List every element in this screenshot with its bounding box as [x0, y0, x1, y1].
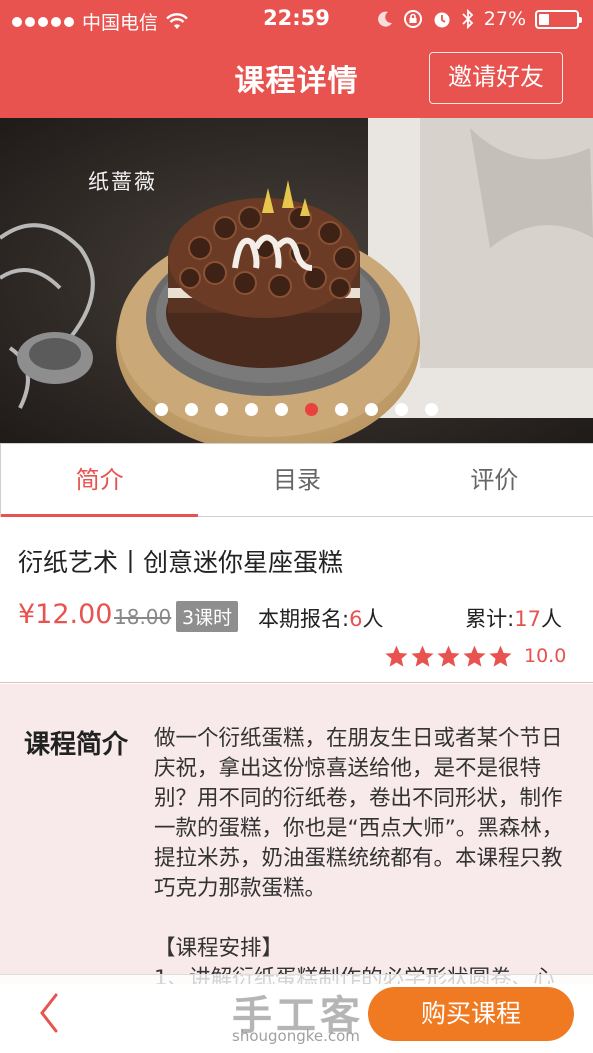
- pager-dot[interactable]: [275, 403, 288, 416]
- star-icon: [463, 645, 486, 667]
- buy-course-button[interactable]: 购买课程: [368, 987, 574, 1041]
- tab-intro[interactable]: 简介: [0, 444, 199, 517]
- total-unit: 人: [541, 607, 562, 631]
- enroll-number: 6: [349, 607, 363, 631]
- alarm-icon: [434, 12, 450, 28]
- course-name: 衍纸艺术丨创意迷你星座蛋糕: [18, 548, 344, 577]
- pager-dot[interactable]: [305, 403, 318, 416]
- banner-pager[interactable]: [0, 403, 593, 416]
- battery-icon: [535, 9, 582, 29]
- bottom-bar: 手工客 shougongke.com 购买课程: [0, 974, 593, 1053]
- pager-dot[interactable]: [395, 403, 408, 416]
- battery-percent: 27%: [483, 8, 526, 30]
- status-right: 27%: [376, 8, 582, 30]
- tab-catalog[interactable]: 目录: [198, 444, 395, 516]
- battery-level: [539, 13, 549, 25]
- chevron-left-icon[interactable]: [34, 989, 64, 1037]
- lessons-badge: 3课时: [176, 601, 239, 632]
- pager-dot[interactable]: [335, 403, 348, 416]
- invite-friends-button[interactable]: 邀请好友: [429, 52, 563, 104]
- enroll-count: 本期报名:6人: [258, 603, 383, 633]
- moon-icon: [377, 11, 392, 27]
- watermark-url: shougongke.com: [232, 1027, 360, 1045]
- star-icon: [437, 645, 460, 667]
- bluetooth-icon: [462, 9, 474, 29]
- pager-dot[interactable]: [185, 403, 198, 416]
- total-label: 累计:: [465, 607, 515, 631]
- enroll-unit: 人: [362, 607, 384, 631]
- pager-dot[interactable]: [155, 403, 168, 416]
- star-icon: [385, 645, 408, 667]
- course-banner[interactable]: 纸蔷薇: [0, 118, 593, 443]
- course-info: 衍纸艺术丨创意迷你星座蛋糕 ¥12.00 18.00 3课时 本期报名:6人 累…: [0, 517, 593, 683]
- pager-dot[interactable]: [365, 403, 378, 416]
- course-tabs: 简介 目录 评价: [0, 443, 593, 517]
- original-price: 18.00: [114, 605, 172, 629]
- pager-dot[interactable]: [425, 403, 438, 416]
- tab-reviews[interactable]: 评价: [396, 444, 593, 516]
- rating-score: 10.0: [524, 645, 567, 667]
- pager-dot[interactable]: [245, 403, 258, 416]
- course-intro: 课程简介 做一个衍纸蛋糕，在朋友生日或者某个节日庆祝，拿出这份惊喜送给他，是不是…: [0, 684, 593, 984]
- intro-text: 做一个衍纸蛋糕，在朋友生日或者某个节日庆祝，拿出这份惊喜送给他，是不是很特别？用…: [154, 726, 564, 984]
- star-icon: [411, 645, 434, 667]
- rotation-lock-icon: [403, 10, 422, 28]
- banner-caption: 纸蔷薇: [88, 170, 157, 194]
- status-bar: 中国电信 22:59 27%: [0, 0, 593, 40]
- rating-stars: [384, 644, 513, 669]
- enroll-label: 本期报名:: [258, 607, 350, 631]
- pager-dot[interactable]: [215, 403, 228, 416]
- course-price: ¥12.00: [18, 599, 113, 630]
- total-number: 17: [514, 607, 541, 631]
- intro-heading: 课程简介: [24, 730, 129, 760]
- header-bar: 中国电信 22:59 27% 课程详情 邀请好友: [0, 0, 593, 118]
- star-icon: [489, 645, 512, 667]
- total-count: 累计:17人: [465, 603, 562, 633]
